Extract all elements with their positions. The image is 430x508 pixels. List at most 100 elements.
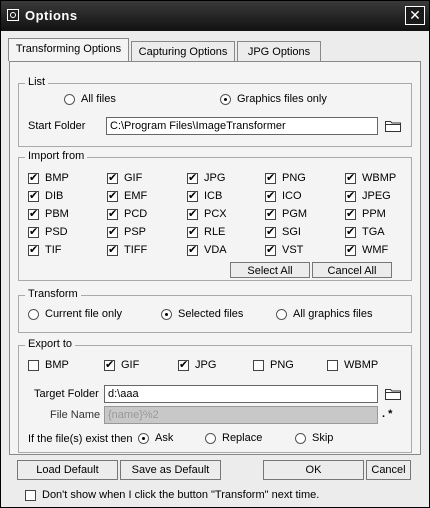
- checkbox-box: [345, 171, 356, 184]
- import-from-group: Import from BMP GIF JPG PNG WBMP DIB EMF ICB ICO…: [18, 150, 412, 281]
- app-icon: [7, 9, 19, 21]
- import-pcd-checkbox[interactable]: PCD: [107, 207, 147, 220]
- close-button[interactable]: ✕: [405, 6, 425, 25]
- select-all-button[interactable]: Select All: [230, 262, 310, 278]
- checkbox-box: [107, 189, 118, 202]
- checkbox-box: [25, 489, 36, 501]
- import-vst-checkbox[interactable]: VST: [265, 243, 304, 256]
- import-tga-checkbox[interactable]: TGA: [345, 225, 385, 238]
- exist-skip-radio[interactable]: Skip: [295, 432, 333, 444]
- file-exist-label: If the file(s) exist then: [28, 433, 133, 445]
- import-tif-checkbox[interactable]: TIF: [28, 243, 62, 256]
- graphics-files-only-radio[interactable]: Graphics files only: [220, 93, 327, 105]
- checkbox-label: SGI: [282, 226, 301, 238]
- selected-files-radio[interactable]: Selected files: [161, 308, 243, 320]
- checkbox-box: [265, 171, 276, 184]
- import-pcx-checkbox[interactable]: PCX: [187, 207, 227, 220]
- ok-button[interactable]: OK: [263, 460, 364, 480]
- import-emf-checkbox[interactable]: EMF: [107, 189, 148, 202]
- export-to-legend: Export to: [25, 338, 76, 350]
- radio-dot: [205, 432, 216, 444]
- checkbox-box: [28, 243, 39, 256]
- export-gif-checkbox[interactable]: GIF: [104, 358, 139, 371]
- import-sgi-checkbox[interactable]: SGI: [265, 225, 301, 238]
- cancel-all-button[interactable]: Cancel All: [312, 262, 392, 278]
- checkbox-box: [28, 171, 39, 184]
- import-bmp-checkbox[interactable]: BMP: [28, 171, 69, 184]
- checkbox-box: [345, 225, 356, 238]
- radio-dot: [295, 432, 306, 444]
- radio-label: Selected files: [178, 308, 244, 320]
- window-title: Options: [25, 8, 78, 23]
- import-png-checkbox[interactable]: PNG: [265, 171, 306, 184]
- start-folder-input[interactable]: C:\Program Files\ImageTransformer: [106, 117, 378, 135]
- checkbox-label: EMF: [124, 190, 148, 202]
- checkbox-box: [265, 189, 276, 202]
- checkbox-label: PNG: [282, 172, 306, 184]
- all-graphics-files-radio[interactable]: All graphics files: [276, 308, 372, 320]
- import-wbmp-checkbox[interactable]: WBMP: [345, 171, 397, 184]
- import-rle-checkbox[interactable]: RLE: [187, 225, 225, 238]
- tab-capturing-options[interactable]: Capturing Options: [131, 41, 235, 62]
- checkbox-label: PBM: [45, 208, 69, 220]
- exist-replace-radio[interactable]: Replace: [205, 432, 262, 444]
- checkbox-box: [107, 171, 118, 184]
- import-pgm-checkbox[interactable]: PGM: [265, 207, 307, 220]
- tab-transforming-options[interactable]: Transforming Options: [8, 38, 129, 61]
- radio-dot: [161, 308, 172, 320]
- file-extension: . *: [382, 408, 393, 420]
- checkbox-box: [345, 243, 356, 256]
- import-ico-checkbox[interactable]: ICO: [265, 189, 302, 202]
- radio-dot: [28, 308, 39, 320]
- checkbox-label: PCX: [204, 208, 227, 220]
- checkbox-label: WBMP: [362, 172, 397, 184]
- checkbox-label: WMF: [362, 244, 389, 256]
- radio-label: Graphics files only: [237, 93, 327, 105]
- checkbox-box: [265, 207, 276, 220]
- browse-target-folder-icon[interactable]: [385, 387, 401, 400]
- import-psp-checkbox[interactable]: PSP: [107, 225, 146, 238]
- transform-group: Transform Current file only Selected fil…: [18, 288, 412, 333]
- checkbox-box: [187, 225, 198, 238]
- options-window: Options ✕ Transforming Options Capturing…: [0, 0, 430, 508]
- export-jpg-checkbox[interactable]: JPG: [178, 358, 216, 371]
- import-gif-checkbox[interactable]: GIF: [107, 171, 142, 184]
- import-tiff-checkbox[interactable]: TIFF: [107, 243, 147, 256]
- load-default-button[interactable]: Load Default: [17, 460, 118, 480]
- import-jpeg-checkbox[interactable]: JPEG: [345, 189, 391, 202]
- cancel-button[interactable]: Cancel: [366, 460, 411, 480]
- current-file-only-radio[interactable]: Current file only: [28, 308, 122, 320]
- import-icb-checkbox[interactable]: ICB: [187, 189, 222, 202]
- checkbox-label: VST: [282, 244, 304, 256]
- import-jpg-checkbox[interactable]: JPG: [187, 171, 225, 184]
- tab-jpg-options[interactable]: JPG Options: [237, 41, 321, 62]
- title-bar[interactable]: Options ✕: [1, 1, 429, 31]
- checkbox-box: [178, 358, 189, 371]
- radio-label: Skip: [312, 432, 334, 444]
- radio-dot: [220, 93, 231, 105]
- checkbox-box: [28, 189, 39, 202]
- file-name-input[interactable]: {name}%2: [104, 406, 378, 424]
- import-vda-checkbox[interactable]: VDA: [187, 243, 227, 256]
- target-folder-input[interactable]: d:\aaa: [104, 385, 378, 403]
- exist-ask-radio[interactable]: Ask: [138, 432, 173, 444]
- export-png-checkbox[interactable]: PNG: [253, 359, 294, 371]
- import-wmf-checkbox[interactable]: WMF: [345, 243, 389, 256]
- radio-label: All files: [81, 93, 116, 105]
- radio-dot: [64, 93, 75, 105]
- checkbox-label: Don't show when I click the button "Tran…: [42, 489, 320, 501]
- import-psd-checkbox[interactable]: PSD: [28, 225, 68, 238]
- checkbox-label: TIF: [45, 244, 62, 256]
- checkbox-label: ICO: [282, 190, 302, 202]
- all-files-radio[interactable]: All files: [64, 93, 116, 105]
- export-bmp-checkbox[interactable]: BMP: [28, 359, 69, 371]
- export-wbmp-checkbox[interactable]: WBMP: [327, 359, 378, 371]
- import-ppm-checkbox[interactable]: PPM: [345, 207, 386, 220]
- browse-folder-icon[interactable]: [385, 119, 401, 132]
- save-as-default-button[interactable]: Save as Default: [120, 460, 221, 480]
- import-pbm-checkbox[interactable]: PBM: [28, 207, 69, 220]
- import-dib-checkbox[interactable]: DIB: [28, 189, 64, 202]
- checkbox-label: DIB: [45, 190, 64, 202]
- dont-show-checkbox[interactable]: Don't show when I click the button "Tran…: [25, 489, 319, 501]
- checkbox-label: PPM: [362, 208, 386, 220]
